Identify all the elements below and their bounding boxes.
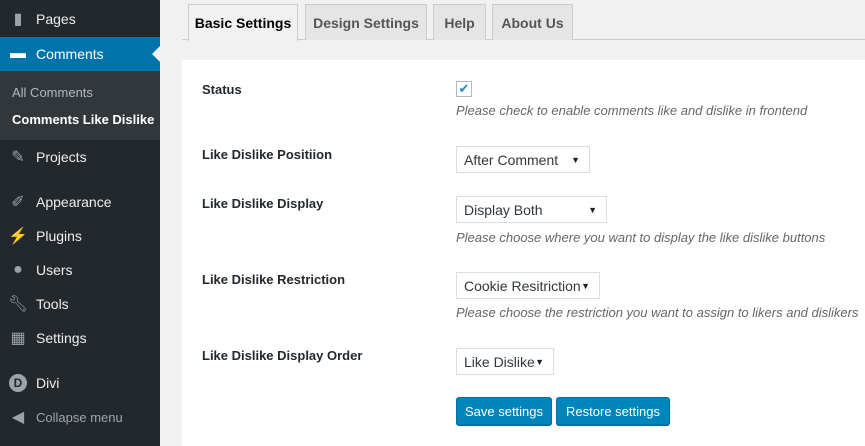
comments-icon: ▬: [10, 45, 26, 62]
menu-label: Settings: [36, 330, 87, 346]
menu-label: Pages: [36, 11, 76, 27]
display-label: Like Dislike Display: [202, 196, 324, 211]
comments-submenu: All Comments Comments Like Dislike: [0, 71, 160, 140]
menu-label: Appearance: [36, 194, 112, 210]
menu-comments[interactable]: ▬ Comments: [0, 37, 160, 71]
tab-design-settings[interactable]: Design Settings: [305, 4, 427, 40]
order-value: Like Dislike: [464, 353, 535, 370]
save-settings-button[interactable]: Save settings: [456, 397, 552, 425]
display-select[interactable]: Display Both ▼: [456, 196, 607, 223]
tab-help[interactable]: Help: [433, 4, 486, 40]
menu-label: Divi: [36, 375, 60, 391]
menu-divi[interactable]: D Divi: [0, 366, 160, 400]
status-checkbox[interactable]: ✔: [456, 81, 472, 97]
display-value: Display Both: [464, 201, 543, 218]
wrench-icon: 🔧︎: [7, 296, 29, 313]
order-label: Like Dislike Display Order: [202, 348, 363, 363]
menu-label: Projects: [36, 149, 87, 165]
menu-tools[interactable]: 🔧︎ Tools: [0, 287, 160, 321]
pin-icon: ✎: [11, 149, 25, 166]
chevron-down-icon: ▼: [535, 356, 544, 367]
restriction-label: Like Dislike Restriction: [202, 272, 346, 287]
submenu-all-comments[interactable]: All Comments: [12, 85, 93, 100]
restriction-value: Cookie Resitriction: [464, 277, 581, 294]
position-label: Like Dislike Positiion: [202, 147, 333, 162]
menu-settings[interactable]: ▦ Settings: [0, 321, 160, 355]
menu-label: Tools: [36, 296, 69, 312]
menu-projects[interactable]: ✎ Projects: [0, 140, 160, 174]
menu-label: Comments: [36, 46, 104, 62]
collapse-menu-button[interactable]: ◀ Collapse menu: [0, 400, 160, 434]
menu-users[interactable]: ● Users: [0, 253, 160, 287]
chevron-down-icon: ▼: [588, 204, 597, 215]
position-select[interactable]: After Comment ▼: [456, 146, 590, 173]
divi-icon: D: [0, 374, 36, 392]
restriction-help: Please choose the restriction you want t…: [456, 305, 859, 320]
menu-pages[interactable]: ▮ Pages: [0, 2, 160, 36]
tab-about-us[interactable]: About Us: [492, 4, 573, 40]
position-value: After Comment: [464, 151, 559, 168]
user-icon: ●: [13, 261, 23, 278]
status-help: Please check to enable comments like and…: [456, 103, 808, 118]
menu-plugins[interactable]: ⚡ Plugins: [0, 219, 160, 253]
collapse-icon: ◀: [11, 409, 25, 426]
menu-label: Users: [36, 262, 73, 278]
submenu-comments-like-dislike[interactable]: Comments Like Dislike: [12, 112, 154, 127]
chevron-down-icon: ▼: [581, 280, 590, 291]
menu-label: Plugins: [36, 228, 82, 244]
tab-basic-settings[interactable]: Basic Settings: [188, 4, 298, 41]
settings-icon: ▦: [10, 330, 26, 347]
restriction-select[interactable]: Cookie Resitriction ▼: [456, 272, 600, 299]
collapse-label: Collapse menu: [36, 409, 123, 425]
plug-icon: ⚡: [8, 228, 28, 245]
brush-icon: ✐: [11, 194, 25, 211]
status-label: Status: [202, 82, 242, 97]
admin-sidebar: ▮ Pages ▬ Comments All Comments Comments L…: [0, 0, 160, 446]
chevron-down-icon: ▼: [571, 154, 580, 165]
menu-appearance[interactable]: ✐ Appearance: [0, 185, 160, 219]
order-select[interactable]: Like Dislike ▼: [456, 348, 554, 375]
restore-settings-button[interactable]: Restore settings: [556, 397, 670, 425]
display-help: Please choose where you want to display …: [456, 230, 826, 245]
pages-icon: ▮: [13, 11, 23, 28]
